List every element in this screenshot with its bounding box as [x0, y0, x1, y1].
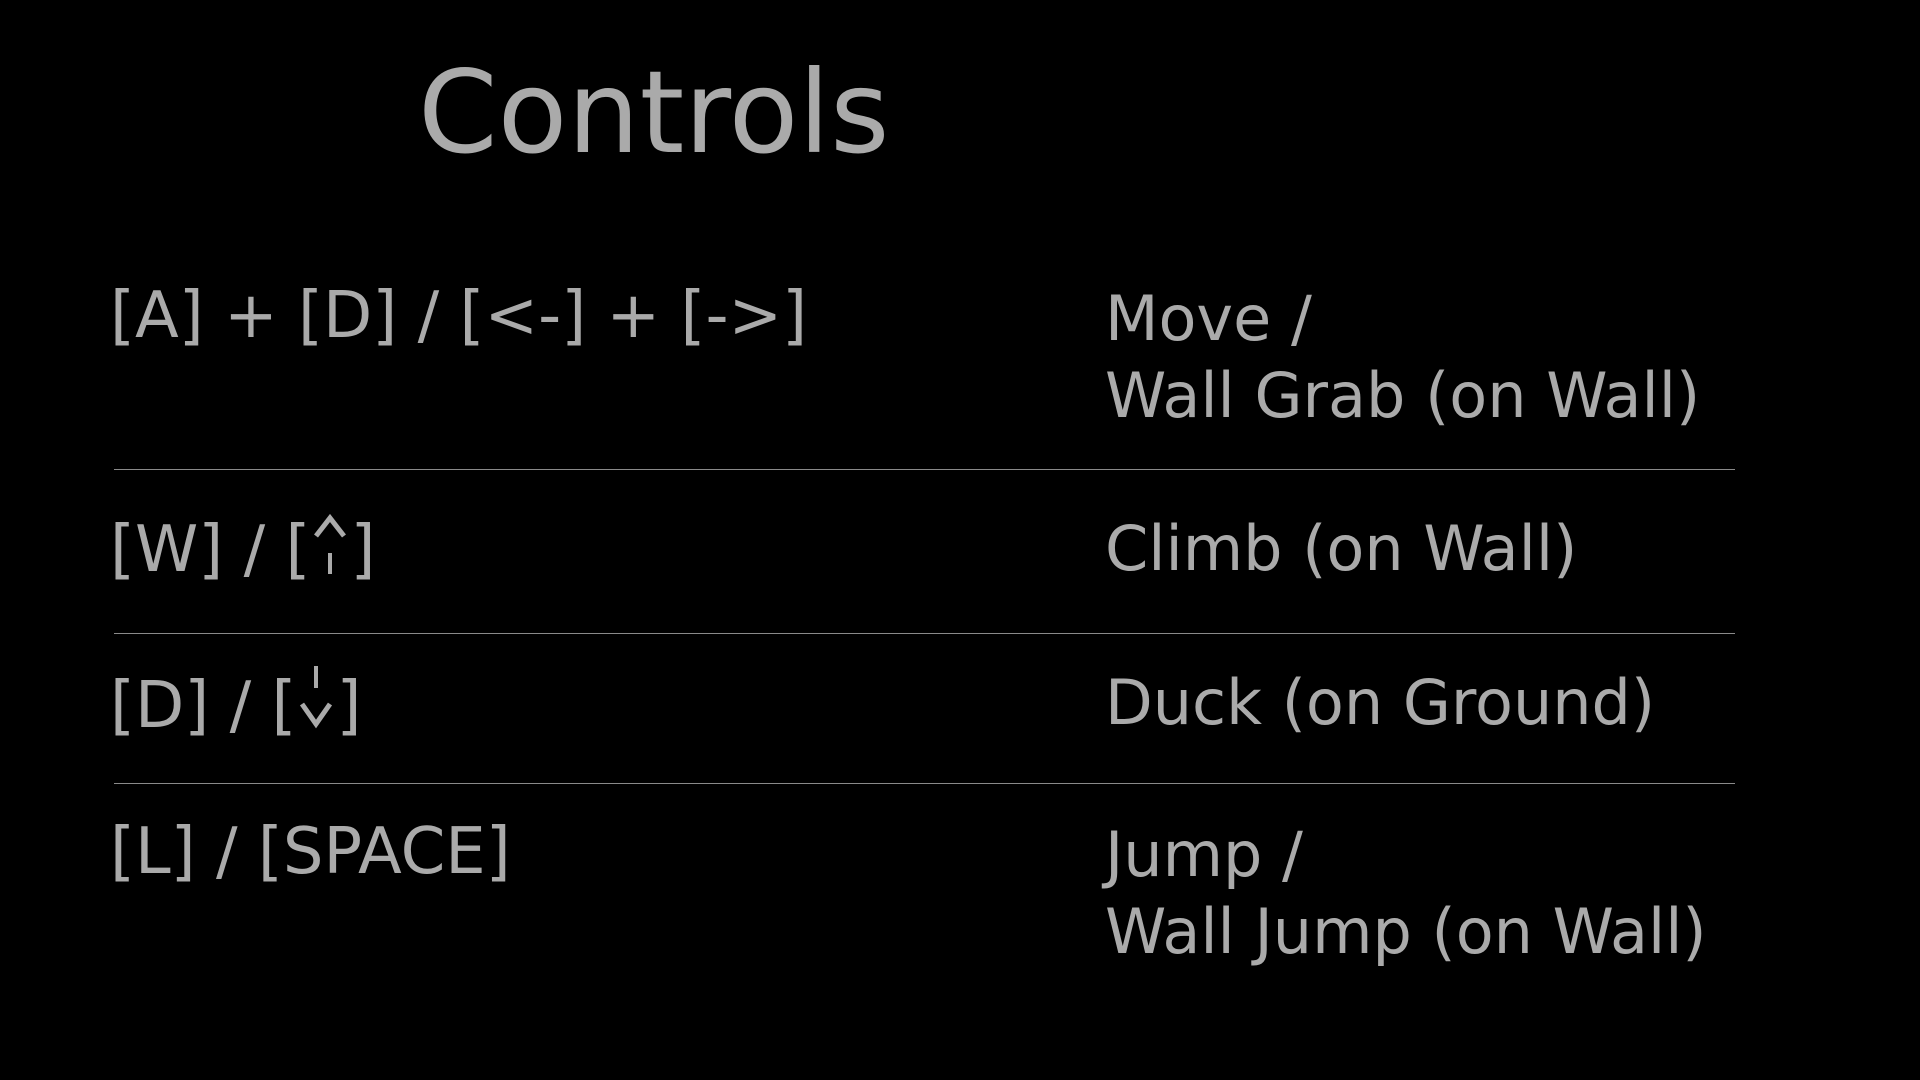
row-divider: [114, 783, 1735, 784]
key-binding: [L] / [SPACE]: [110, 814, 511, 890]
row-divider: [114, 633, 1735, 634]
key-binding-prefix: [W] / [: [110, 512, 311, 587]
action-line: Jump /: [1105, 818, 1303, 891]
page-title: Controls: [418, 46, 890, 179]
key-binding-text: [A] + [D] / [<-] + [->]: [110, 279, 808, 353]
action-line: Wall Grab (on Wall): [1105, 359, 1701, 432]
action-line: Climb (on Wall): [1105, 512, 1578, 585]
action-description: Climb (on Wall): [1105, 510, 1577, 587]
down-arrow-icon: [298, 662, 334, 749]
key-binding-suffix: ]: [336, 668, 362, 743]
key-binding-prefix: [D] / [: [110, 668, 297, 743]
key-binding: [D] / [ ]: [110, 662, 361, 749]
up-arrow-icon: [312, 508, 348, 591]
row-divider: [114, 469, 1735, 470]
action-line: Wall Jump (on Wall): [1105, 895, 1707, 968]
action-description: Jump / Wall Jump (on Wall): [1105, 816, 1707, 970]
key-binding-suffix: ]: [350, 512, 376, 587]
action-description: Move / Wall Grab (on Wall): [1105, 280, 1700, 434]
action-description: Duck (on Ground): [1105, 664, 1655, 741]
action-line: Move /: [1105, 282, 1312, 355]
key-binding: [A] + [D] / [<-] + [->]: [110, 278, 807, 354]
action-line: Duck (on Ground): [1105, 666, 1656, 739]
key-binding-text: [L] / [SPACE]: [110, 815, 511, 889]
key-binding: [W] / [ ]: [110, 508, 375, 591]
